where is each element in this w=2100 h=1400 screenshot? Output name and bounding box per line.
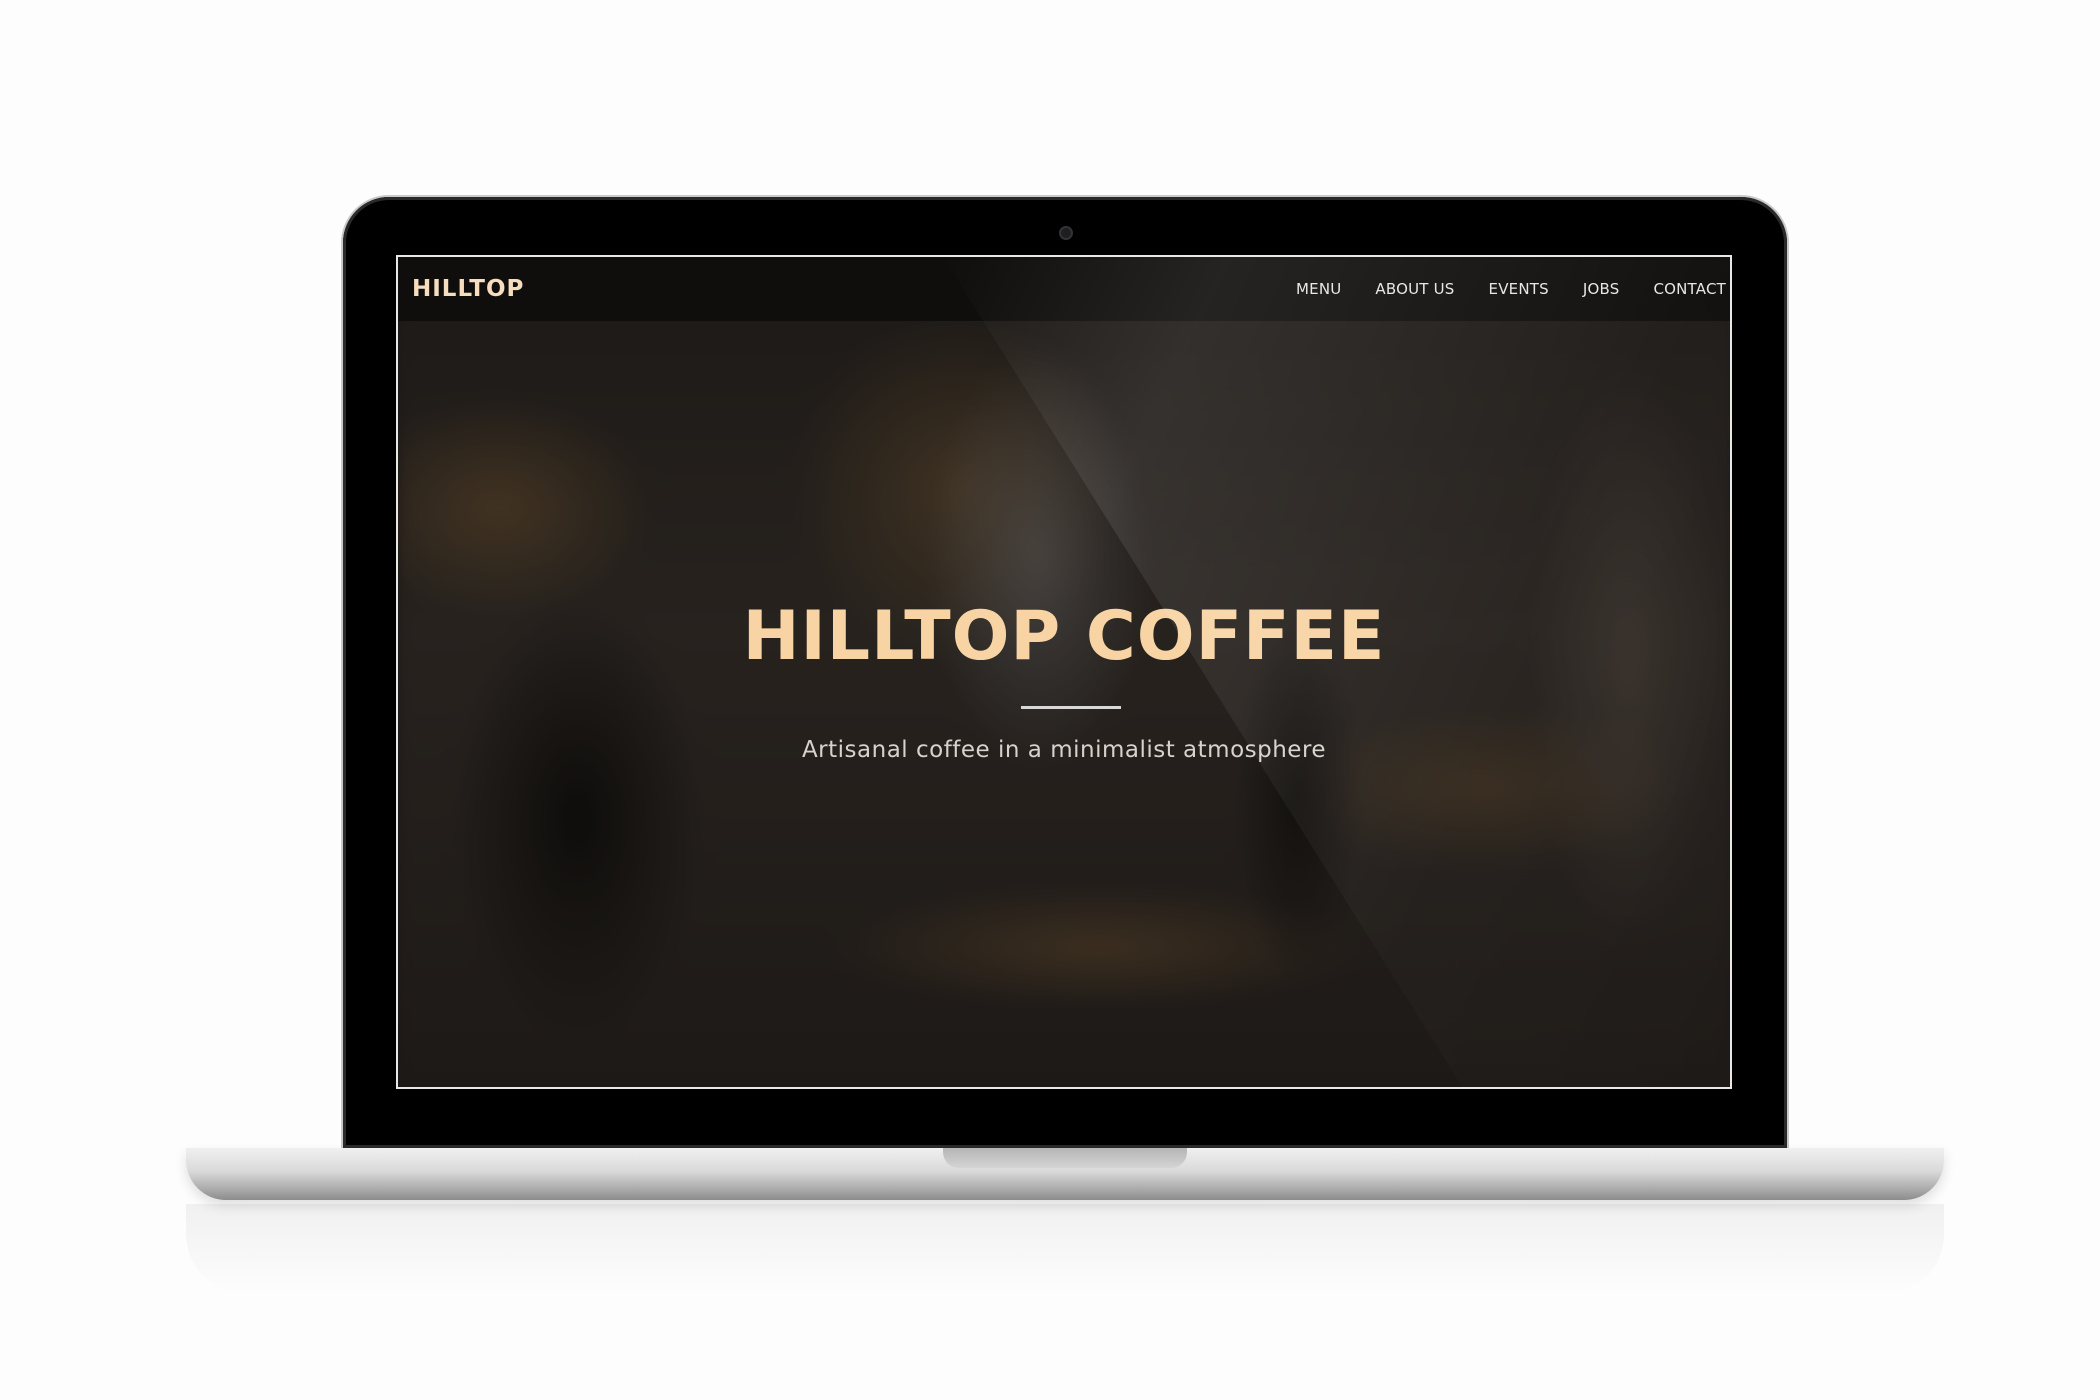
laptop-reflection bbox=[186, 1204, 1944, 1294]
webcam-icon bbox=[1061, 228, 1071, 238]
nav-link-menu[interactable]: MENU bbox=[1296, 280, 1341, 298]
laptop-base-notch bbox=[943, 1148, 1187, 1168]
hero-subtitle: Artisanal coffee in a minimalist atmosph… bbox=[801, 737, 1327, 763]
hero-divider bbox=[1021, 706, 1121, 709]
brand-logo[interactable]: HILLTOP bbox=[412, 276, 524, 302]
hero-title: HILLTOP COFFEE bbox=[742, 597, 1386, 676]
mockup-stage: HILLTOP MENU ABOUT US EVENTS JOBS CONTAC… bbox=[0, 0, 2100, 1400]
nav-link-events[interactable]: EVENTS bbox=[1489, 280, 1549, 298]
nav-links: MENU ABOUT US EVENTS JOBS CONTACT bbox=[1296, 280, 1726, 298]
nav-link-about-us[interactable]: ABOUT US bbox=[1375, 280, 1454, 298]
laptop-screen: HILLTOP MENU ABOUT US EVENTS JOBS CONTAC… bbox=[396, 255, 1732, 1089]
top-navbar: HILLTOP MENU ABOUT US EVENTS JOBS CONTAC… bbox=[398, 257, 1730, 321]
nav-link-contact[interactable]: CONTACT bbox=[1653, 280, 1726, 298]
nav-link-jobs[interactable]: JOBS bbox=[1583, 280, 1620, 298]
laptop-base bbox=[186, 1148, 1944, 1200]
